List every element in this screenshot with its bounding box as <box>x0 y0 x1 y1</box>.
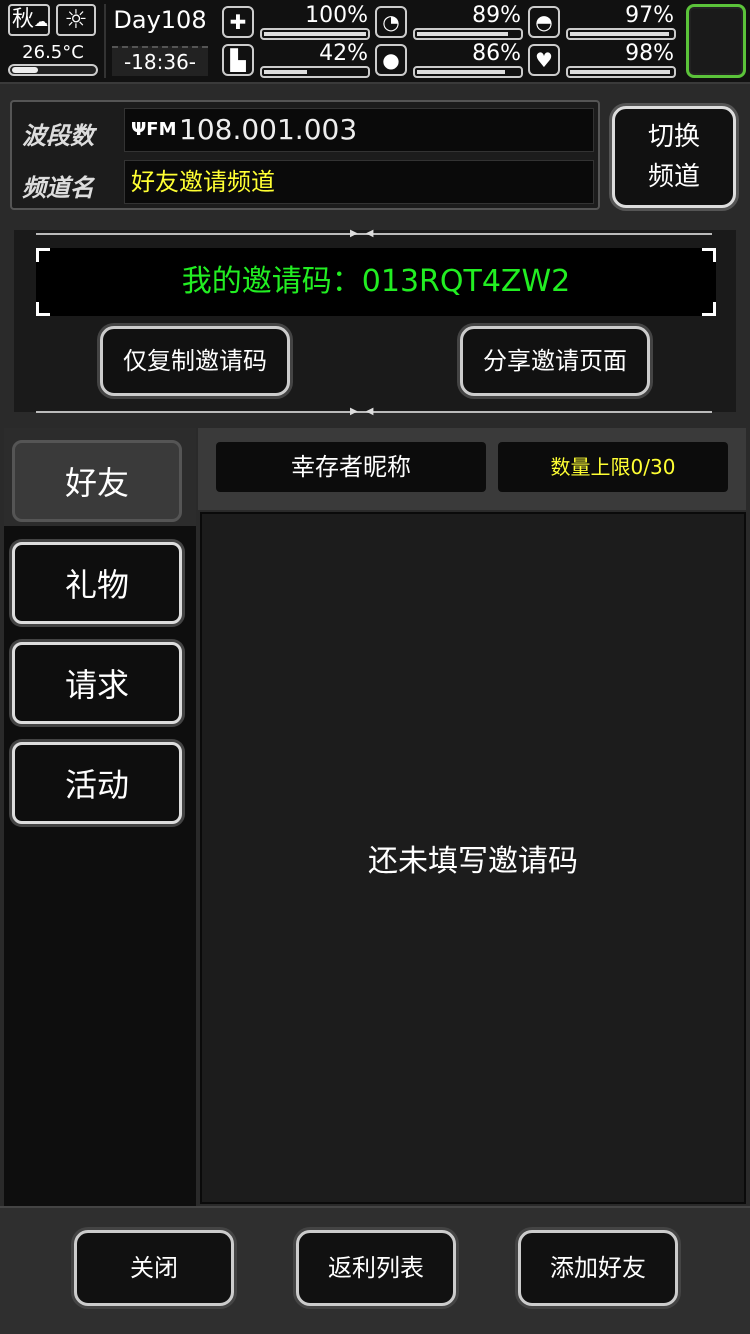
stat-bar <box>260 28 370 40</box>
share-invite-page-button[interactable]: 分享邀请页面 <box>460 326 650 396</box>
copy-invite-code-button[interactable]: 仅复制邀请码 <box>100 326 290 396</box>
tab-events[interactable]: 活动 <box>12 742 182 824</box>
empty-list-message: 还未填写邀请码 <box>368 844 578 879</box>
status-bar: 秋 ☁ ☼ 26.5°C Day108 -18:36- ✚ 100% ◔ 89%… <box>0 0 750 84</box>
divider-arrows-icon: ▶◀ <box>350 406 382 417</box>
water-drop-icon: ● <box>375 44 407 76</box>
thermometer-bar <box>8 64 98 76</box>
switch-channel-button[interactable]: 切换 频道 <box>612 106 736 208</box>
stat-value: 98% <box>625 41 674 66</box>
channel-label: 频道名 <box>22 174 94 202</box>
antenna-icon: ΨFM <box>131 119 177 140</box>
heart-icon: ♥ <box>528 44 560 76</box>
band-label: 波段数 <box>22 122 94 150</box>
switch-channel-label-2: 频道 <box>647 162 700 192</box>
channel-name-field: 好友邀请频道 <box>124 160 594 204</box>
radio-panel: 波段数 ΨFM 108.001.003 频道名 好友邀请频道 <box>10 100 600 210</box>
stat-medicine: ◓ 97% <box>528 4 678 40</box>
stat-value: 97% <box>625 3 674 28</box>
stat-bar <box>413 28 523 40</box>
temperature-label: 26.5°C <box>22 42 84 63</box>
stat-value: 89% <box>472 3 521 28</box>
channel-name: 好友邀请频道 <box>131 168 275 196</box>
stat-health: ✚ 100% <box>222 4 372 40</box>
boot-icon: ▙ <box>222 44 254 76</box>
stat-bar <box>566 66 676 78</box>
column-nickname: 幸存者昵称 <box>216 442 486 492</box>
stat-bar <box>566 28 676 40</box>
close-button[interactable]: 关闭 <box>74 1230 234 1306</box>
pill-icon: ◓ <box>528 6 560 38</box>
stat-value: 42% <box>319 41 368 66</box>
stat-thirst: ● 86% <box>375 42 525 78</box>
rebate-list-button[interactable]: 返利列表 <box>296 1230 456 1306</box>
invite-code-text: 我的邀请码：013RQT4ZW2 <box>181 264 571 299</box>
tab-requests[interactable]: 请求 <box>12 642 182 724</box>
equipment-slot[interactable] <box>686 4 746 78</box>
status-divider <box>104 4 106 78</box>
add-friend-button[interactable]: 添加好友 <box>518 1230 678 1306</box>
sun-icon: ☼ <box>56 4 96 36</box>
season-indicator: 秋 ☁ <box>8 4 50 36</box>
column-friend-limit: 数量上限0/30 <box>498 442 728 492</box>
stat-value: 86% <box>472 41 521 66</box>
switch-channel-label-1: 切换 <box>647 122 700 152</box>
stat-mood: ♥ 98% <box>528 42 678 78</box>
stat-bar <box>413 66 523 78</box>
season-label: 秋 <box>12 7 35 32</box>
stomach-icon: ◔ <box>375 6 407 38</box>
tab-gifts[interactable]: 礼物 <box>12 542 182 624</box>
divider-arrows-icon: ▶◀ <box>350 228 382 239</box>
band-value-field: ΨFM 108.001.003 <box>124 108 594 152</box>
stat-stamina: ▙ 42% <box>222 42 372 78</box>
health-kit-icon: ✚ <box>222 6 254 38</box>
stat-value: 100% <box>305 3 368 28</box>
stat-hunger: ◔ 89% <box>375 4 525 40</box>
tab-friends[interactable]: 好友 <box>12 440 182 522</box>
fm-label: FM <box>146 119 177 140</box>
game-time: -18:36- <box>112 46 208 76</box>
weather-cloud-icon: ☁ <box>34 14 48 30</box>
invite-code-box: 我的邀请码：013RQT4ZW2 <box>36 248 716 316</box>
stat-bar <box>260 66 370 78</box>
day-counter: Day108 <box>113 6 207 34</box>
band-value: 108.001.003 <box>179 113 358 146</box>
